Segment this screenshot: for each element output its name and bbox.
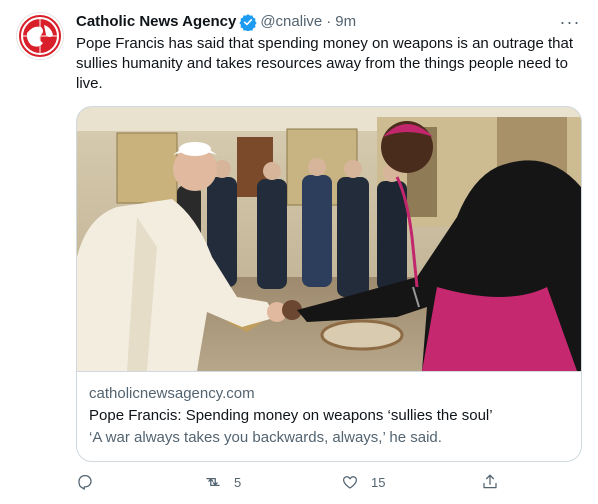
card-title[interactable]: Pope Francis: Spending money on weapons … [89, 406, 569, 426]
tweet-text: Pope Francis has said that spending mone… [76, 35, 573, 92]
tweet-header: Catholic News Agency @cnalive · 9m [76, 12, 582, 32]
author-handle[interactable]: @cnalive [260, 12, 322, 32]
tweet-timestamp[interactable]: 9m [335, 12, 356, 32]
retweet-count: 5 [234, 474, 242, 490]
card-image[interactable] [77, 107, 581, 371]
more-options-icon[interactable]: ··· [556, 10, 584, 34]
link-card[interactable]: catholicnewsagency.com Pope Francis: Spe… [76, 106, 582, 462]
like-button[interactable]: 15 [341, 470, 385, 494]
author-name[interactable]: Catholic News Agency [76, 12, 236, 32]
card-description: ‘A war always takes you backwards, alway… [89, 429, 442, 446]
card-domain: catholicnewsagency.com [89, 385, 255, 402]
separator-dot: · [326, 13, 332, 30]
like-count: 15 [371, 474, 386, 490]
reply-icon [78, 474, 92, 490]
share-button[interactable] [481, 470, 499, 494]
retweet-icon [206, 477, 220, 487]
share-icon [483, 474, 497, 489]
cna-globe-logo-icon[interactable] [16, 12, 64, 60]
heart-icon [342, 476, 358, 489]
action-bar: 5 15 [76, 470, 506, 494]
reply-button[interactable] [76, 470, 94, 494]
card-meta: catholicnewsagency.com Pope Francis: Spe… [77, 371, 581, 461]
retweet-button[interactable]: 5 [204, 470, 241, 494]
verified-badge-icon [239, 13, 257, 32]
tweet[interactable]: Catholic News Agency @cnalive · 9m ··· P… [0, 0, 598, 504]
